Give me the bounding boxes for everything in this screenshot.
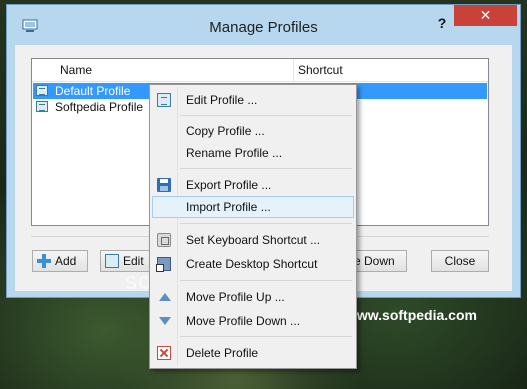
menu-item-label: Move Profile Up ... xyxy=(186,290,285,304)
title-bar[interactable]: Manage Profiles ? ✕ xyxy=(7,5,520,45)
column-header-shortcut[interactable]: Shortcut xyxy=(298,63,343,77)
add-button-label: Add xyxy=(55,254,77,268)
menu-item-move-profile-up[interactable]: Move Profile Up ... xyxy=(152,286,354,308)
profile-icon xyxy=(157,93,171,107)
menu-item-set-keyboard-shortcut[interactable]: Set Keyboard Shortcut ... xyxy=(152,229,354,251)
menu-separator xyxy=(180,168,352,169)
profile-icon xyxy=(36,85,48,96)
menu-item-copy-profile[interactable]: Copy Profile ... xyxy=(152,120,354,142)
softpedia-watermark: www.softpedia.com xyxy=(346,307,477,323)
close-button[interactable]: Close xyxy=(431,250,489,272)
menu-item-rename-profile[interactable]: Rename Profile ... xyxy=(152,142,354,164)
menu-separator xyxy=(180,223,352,224)
menu-item-delete-profile[interactable]: Delete Profile xyxy=(152,342,354,364)
menu-item-export-profile[interactable]: Export Profile ... xyxy=(152,174,354,196)
arrow-down-icon xyxy=(159,317,171,325)
profile-icon xyxy=(36,101,48,112)
menu-item-label: Rename Profile ... xyxy=(186,146,283,160)
menu-item-label: Edit Profile ... xyxy=(186,93,258,107)
delete-icon xyxy=(157,346,171,360)
row-name: Default Profile xyxy=(55,84,131,98)
add-button[interactable]: Add xyxy=(32,250,88,272)
menu-separator xyxy=(180,280,352,281)
help-button[interactable]: ? xyxy=(432,13,452,33)
profile-icon xyxy=(105,254,119,268)
menu-item-label: Import Profile ... xyxy=(186,200,271,214)
save-icon xyxy=(157,178,171,192)
arrow-up-icon xyxy=(159,293,171,301)
menu-item-label: Copy Profile ... xyxy=(186,124,265,138)
edit-button-label: Edit xyxy=(123,254,144,268)
menu-item-label: Export Profile ... xyxy=(186,178,272,192)
keyboard-icon xyxy=(157,233,171,247)
desktop-shortcut-icon xyxy=(156,257,171,272)
move-down-button-label: e Down xyxy=(354,254,395,268)
menu-item-label: Delete Profile xyxy=(186,346,259,360)
close-button-label: Close xyxy=(444,254,476,268)
plus-icon xyxy=(37,254,51,268)
column-divider[interactable] xyxy=(293,59,294,81)
column-header-name[interactable]: Name xyxy=(60,63,92,77)
menu-item-move-profile-down[interactable]: Move Profile Down ... xyxy=(152,310,354,332)
menu-item-label: Set Keyboard Shortcut ... xyxy=(186,233,321,247)
menu-item-label: Create Desktop Shortcut xyxy=(186,257,318,271)
menu-item-edit-profile[interactable]: Edit Profile ... xyxy=(152,89,354,111)
menu-separator xyxy=(180,115,352,116)
context-menu: Edit Profile ... Copy Profile ... Rename… xyxy=(149,84,357,369)
menu-item-import-profile[interactable]: Import Profile ... xyxy=(152,196,354,218)
menu-separator xyxy=(180,336,352,337)
menu-item-create-desktop-shortcut[interactable]: Create Desktop Shortcut xyxy=(152,253,354,275)
window-close-button[interactable]: ✕ xyxy=(454,5,517,26)
list-header: Name Shortcut xyxy=(32,59,488,82)
menu-item-label: Move Profile Down ... xyxy=(186,314,301,328)
row-name: Softpedia Profile xyxy=(55,100,144,114)
